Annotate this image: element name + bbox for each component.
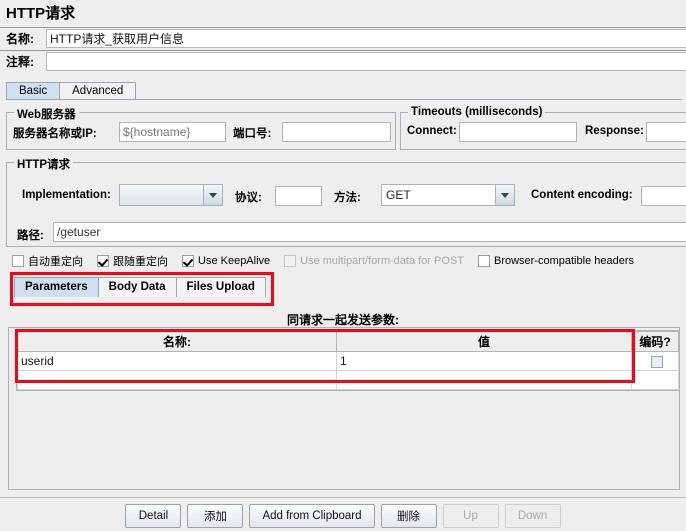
web-server-group: Web服务器 服务器名称或IP: ${hostname} 端口号: <box>6 106 396 150</box>
column-header-value[interactable]: 值 <box>336 331 632 352</box>
implementation-select[interactable] <box>119 184 223 206</box>
subtab-files-upload[interactable]: Files Upload <box>175 277 266 297</box>
implementation-label: Implementation: <box>22 189 111 201</box>
request-options-row: 自动重定向 跟随重定向 Use KeepAlive Use multipart/… <box>12 253 682 269</box>
tab-basic[interactable]: Basic <box>6 82 61 100</box>
add-from-clipboard-button[interactable]: Add from Clipboard <box>249 503 375 528</box>
main-tabstrip: Basic Advanced <box>6 81 137 100</box>
response-timeout-label: Response: <box>585 125 644 137</box>
cell-param-encode[interactable] <box>631 351 679 371</box>
subtab-body-data[interactable]: Body Data <box>97 277 177 297</box>
button-bar: Detail 添加 Add from Clipboard 删除 Up Down <box>0 500 686 531</box>
cell-empty-value <box>336 370 632 390</box>
name-label: 名称: <box>0 29 46 47</box>
detail-button[interactable]: Detail <box>125 503 182 528</box>
name-row: 名称: HTTP请求_获取用户信息 <box>0 27 686 48</box>
up-button: Up <box>442 503 499 528</box>
port-label: 端口号: <box>233 128 272 140</box>
chevron-down-icon[interactable] <box>203 185 222 205</box>
connect-timeout-input[interactable] <box>459 122 577 142</box>
comment-row: 注释: <box>0 50 686 71</box>
method-value: GET <box>386 188 411 202</box>
method-select[interactable]: GET <box>381 184 515 206</box>
jmeter-http-request-panel: HTTP请求 名称: HTTP请求_获取用户信息 注释: Basic Advan… <box>0 0 686 531</box>
server-name-label: 服务器名称或IP: <box>13 128 97 140</box>
timeouts-group: Timeouts (milliseconds) Connect: Respons… <box>400 106 686 150</box>
encode-checkbox[interactable] <box>650 355 663 368</box>
comment-input[interactable] <box>46 51 686 71</box>
protocol-label: 协议: <box>235 192 262 204</box>
button-bar-separator <box>0 497 686 498</box>
checkbox-auto-redirect[interactable]: 自动重定向 <box>12 253 83 269</box>
name-input[interactable]: HTTP请求_获取用户信息 <box>46 28 686 48</box>
cell-param-name[interactable]: userid <box>17 351 337 371</box>
send-parameters-caption: 同请求一起发送参数: <box>287 313 399 327</box>
cell-empty-encode <box>631 370 679 390</box>
checkbox-use-keepalive[interactable]: Use KeepAlive <box>182 255 270 267</box>
checkbox-box[interactable] <box>477 255 490 267</box>
path-input[interactable]: /getuser <box>53 222 686 242</box>
path-label: 路径: <box>17 230 44 242</box>
cell-param-value[interactable]: 1 <box>336 351 632 371</box>
parameters-subtabstrip: Parameters Body Data Files Upload <box>14 277 266 297</box>
checkbox-label: 跟随重定向 <box>113 256 168 268</box>
checkbox-box[interactable] <box>12 255 24 267</box>
column-header-name[interactable]: 名称: <box>17 331 337 352</box>
http-request-group: HTTP请求 Implementation: 协议: 方法: GET Conte… <box>6 156 686 247</box>
table-row[interactable]: userid 1 <box>17 351 679 371</box>
parameters-table-wrapper: 名称: 值 编码? userid 1 <box>16 330 680 391</box>
content-encoding-input[interactable] <box>641 186 686 206</box>
checkbox-label: 自动重定向 <box>28 256 83 268</box>
content-encoding-label: Content encoding: <box>531 189 633 201</box>
chevron-down-icon[interactable] <box>495 185 514 205</box>
checkbox-label: Use multipart/form-data for POST <box>300 255 464 267</box>
delete-button[interactable]: 删除 <box>380 503 437 528</box>
checkbox-box[interactable] <box>97 255 109 267</box>
checkbox-box <box>284 255 297 267</box>
parameters-table: 名称: 值 编码? userid 1 <box>17 331 679 390</box>
add-button[interactable]: 添加 <box>187 503 244 528</box>
server-name-input[interactable]: ${hostname} <box>119 122 226 142</box>
response-timeout-input[interactable] <box>646 122 686 142</box>
web-server-group-title: Web服务器 <box>14 106 79 122</box>
connect-timeout-label: Connect: <box>407 125 457 137</box>
port-input[interactable] <box>282 122 391 142</box>
method-label: 方法: <box>334 192 361 204</box>
protocol-input[interactable] <box>275 186 322 206</box>
column-header-encode[interactable]: 编码? <box>631 331 679 352</box>
comment-label: 注释: <box>0 52 46 70</box>
checkbox-label: Browser-compatible headers <box>493 255 634 267</box>
table-row-empty <box>17 370 679 390</box>
checkbox-follow-redirects[interactable]: 跟随重定向 <box>97 253 168 269</box>
timeouts-group-title: Timeouts (milliseconds) <box>408 106 546 118</box>
table-header-row: 名称: 值 编码? <box>17 331 679 352</box>
tab-advanced[interactable]: Advanced <box>59 82 137 100</box>
http-request-group-title: HTTP请求 <box>14 156 74 172</box>
cell-empty-name <box>17 370 337 390</box>
checkbox-use-multipart: Use multipart/form-data for POST <box>284 255 464 267</box>
checkbox-label: Use KeepAlive <box>198 255 271 267</box>
checkbox-browser-compatible-headers[interactable]: Browser-compatible headers <box>477 255 634 267</box>
down-button: Down <box>504 503 561 528</box>
checkbox-box[interactable] <box>182 255 194 267</box>
subtab-parameters[interactable]: Parameters <box>14 277 99 297</box>
page-title: HTTP请求 <box>6 5 76 22</box>
tabstrip-underline <box>6 99 682 100</box>
